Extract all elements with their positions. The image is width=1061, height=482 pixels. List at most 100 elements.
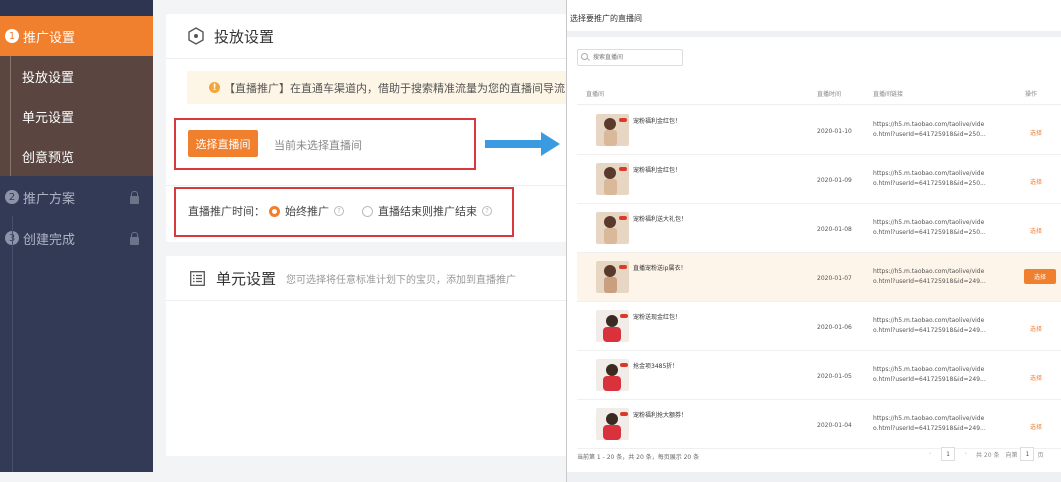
sidebar-step-2[interactable]: 2 推广方案 — [0, 177, 153, 217]
sidebar-step-label: 推广方案 — [23, 191, 76, 207]
sidebar-sub-label: 投放设置 — [22, 70, 75, 86]
promotion-time-row: 直播推广时间： 始终推广 ? 直播结束则推广结束 ? — [188, 203, 492, 219]
lock-icon — [130, 191, 139, 204]
live-room-picker-dialog: 选择要推广的直播间 直播间 直播时间 直播间链接 操作 宠粉福利金红包！ 202… — [566, 0, 1061, 482]
search-icon — [581, 53, 588, 60]
room-thumbnail — [596, 359, 629, 391]
table-row[interactable]: 宠粉福利送大礼包！ 2020-01-08 https://h5.m.taobao… — [577, 204, 1061, 253]
sidebar-sub-creative[interactable]: 创意预览 — [0, 136, 153, 176]
radio-always[interactable] — [269, 205, 280, 217]
select-button[interactable]: 选择 — [1024, 269, 1056, 284]
sidebar-sub-unit[interactable]: 单元设置 — [0, 96, 153, 136]
option-label: 直播结束则推广结束 — [378, 205, 477, 218]
radio-end-with-live[interactable] — [362, 205, 373, 217]
time-label: 直播推广时间： — [188, 205, 265, 218]
search-input[interactable] — [577, 49, 683, 66]
pagination-summary: 当前第 1 - 20 条，共 20 条，每页展示 20 条 — [577, 454, 700, 461]
sidebar: 1 推广设置 投放设置 单元设置 创意预览 2 推广方案 3 创建完成 — [0, 0, 153, 472]
selection-status: 当前未选择直播间 — [274, 139, 362, 152]
campaign-setup-panel: 1 推广设置 投放设置 单元设置 创意预览 2 推广方案 3 创建完成 — [0, 0, 566, 482]
room-date: 2020-01-04 — [817, 422, 852, 429]
sidebar-sub-label: 单元设置 — [22, 110, 75, 126]
info-notice: ! 【直播推广】在直通车渠道内，借助于搜索精准流量为您的直播间导流，进 — [187, 71, 566, 104]
header-divider — [577, 104, 1061, 105]
goto-page-input[interactable]: 1 — [1020, 447, 1035, 461]
select-link[interactable]: 选择 — [1030, 177, 1042, 186]
room-date: 2020-01-05 — [817, 373, 852, 380]
divider — [166, 185, 566, 186]
arrow-right-icon — [485, 132, 560, 156]
table-row-hovered[interactable]: 直播宠粉送ip属衣！ 2020-01-07 https://h5.m.taoba… — [577, 253, 1061, 302]
link-line: https://h5.m.taobao.com/taolive/vide — [873, 121, 985, 128]
select-link[interactable]: 选择 — [1030, 324, 1042, 333]
select-live-room-button[interactable]: 选择直播间 — [188, 130, 258, 157]
step-number: 1 — [5, 29, 19, 43]
link-line: o.html?userId=641725918&id=250... — [873, 180, 986, 187]
link-line: o.html?userId=641725918&id=250... — [873, 229, 986, 236]
page-1-button[interactable]: 1 — [941, 447, 955, 461]
room-thumbnail — [596, 212, 629, 244]
help-icon[interactable]: ? — [334, 206, 344, 216]
room-link[interactable]: https://h5.m.taobao.com/taolive/vide o.ht… — [873, 120, 986, 140]
room-date: 2020-01-07 — [817, 275, 852, 282]
room-name: 宠粉送现金红包！ — [633, 314, 682, 321]
room-thumbnail — [596, 261, 629, 293]
card-title: 投放设置 — [214, 27, 275, 46]
room-thumbnail — [596, 114, 629, 146]
link-line: https://h5.m.taobao.com/taolive/vide — [873, 366, 985, 373]
link-line: https://h5.m.taobao.com/taolive/vide — [873, 317, 985, 324]
unit-settings-card: 单元设置 您可选择将任意标准计划下的宝贝，添加到直播推广 — [166, 256, 566, 456]
room-date: 2020-01-09 — [817, 177, 852, 184]
card-title: 单元设置 — [216, 269, 277, 288]
sidebar-step-1[interactable]: 1 推广设置 — [0, 16, 153, 56]
help-icon[interactable]: ? — [482, 206, 492, 216]
header-band — [567, 31, 1061, 37]
total-count: 共 20 条 — [976, 451, 1000, 459]
sidebar-step-label: 推广设置 — [23, 30, 76, 46]
room-link[interactable]: https://h5.m.taobao.com/taolive/vide o.ht… — [873, 267, 986, 287]
table-row[interactable]: 宠粉送现金红包！ 2020-01-06 https://h5.m.taobao.… — [577, 302, 1061, 351]
sidebar-top — [0, 0, 153, 16]
room-link[interactable]: https://h5.m.taobao.com/taolive/vide o.ht… — [873, 414, 986, 434]
room-date: 2020-01-08 — [817, 226, 852, 233]
notice-text: 【直播推广】在直通车渠道内，借助于搜索精准流量为您的直播间导流，进 — [224, 81, 566, 95]
room-date: 2020-01-06 — [817, 324, 852, 331]
select-link[interactable]: 选择 — [1030, 128, 1042, 137]
room-link[interactable]: https://h5.m.taobao.com/taolive/vide o.ht… — [873, 365, 986, 385]
list-icon — [190, 270, 205, 286]
sidebar-step-3[interactable]: 3 创建完成 — [0, 218, 153, 258]
prev-page-icon[interactable]: ‹ — [925, 447, 935, 461]
room-name: 直播宠粉送ip属衣！ — [633, 265, 687, 272]
column-header-room: 直播间 — [586, 91, 605, 98]
room-name: 宠粉福利抢大额券！ — [633, 412, 688, 419]
room-date: 2020-01-10 — [817, 128, 852, 135]
sidebar-sub-delivery[interactable]: 投放设置 — [0, 56, 153, 96]
select-link[interactable]: 选择 — [1030, 226, 1042, 235]
table-row[interactable]: 抢金项3485折！ 2020-01-05 https://h5.m.taobao… — [577, 351, 1061, 400]
room-link[interactable]: https://h5.m.taobao.com/taolive/vide o.ht… — [873, 169, 986, 189]
option-label: 始终推广 — [285, 205, 329, 218]
column-header-action: 操作 — [1025, 91, 1038, 98]
link-line: o.html?userId=641725918&id=249... — [873, 376, 986, 383]
step-connector — [12, 216, 13, 472]
card-header: 单元设置 您可选择将任意标准计划下的宝贝，添加到直播推广 — [166, 256, 566, 301]
room-thumbnail — [596, 310, 629, 342]
link-line: https://h5.m.taobao.com/taolive/vide — [873, 415, 985, 422]
warning-icon: ! — [209, 82, 220, 93]
sidebar-step-label: 创建完成 — [23, 232, 76, 248]
room-link[interactable]: https://h5.m.taobao.com/taolive/vide o.ht… — [873, 218, 986, 238]
select-link[interactable]: 选择 — [1030, 373, 1042, 382]
table-row[interactable]: 宠粉福利金红包！ 2020-01-09 https://h5.m.taobao.… — [577, 155, 1061, 204]
link-line: o.html?userId=641725918&id=249... — [873, 327, 986, 334]
room-thumbnail — [596, 408, 629, 440]
lock-icon — [130, 232, 139, 245]
next-page-icon[interactable]: › — [961, 447, 971, 461]
room-name: 宠粉福利金红包！ — [633, 167, 682, 174]
select-link[interactable]: 选择 — [1030, 422, 1042, 431]
pagination: ‹ 1 › 共 20 条 向第 1 页 — [922, 447, 1043, 461]
table-row[interactable]: 宠粉福利金红包！ 2020-01-10 https://h5.m.taobao.… — [577, 106, 1061, 155]
room-link[interactable]: https://h5.m.taobao.com/taolive/vide o.ht… — [873, 316, 986, 336]
card-hint: 您可选择将任意标准计划下的宝贝，添加到直播推广 — [286, 274, 517, 286]
table-row[interactable]: 宠粉福利抢大额券！ 2020-01-04 https://h5.m.taobao… — [577, 400, 1061, 449]
hexagon-icon — [188, 27, 204, 45]
